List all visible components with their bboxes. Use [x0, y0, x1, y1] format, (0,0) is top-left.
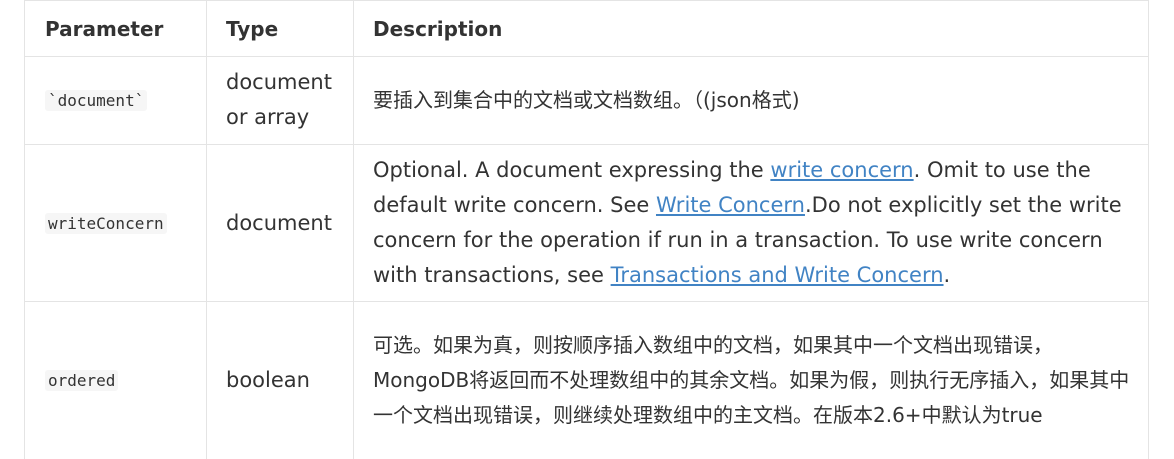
param-name: ordered — [45, 370, 119, 391]
param-cell: `document` — [25, 56, 206, 144]
header-type: Type — [206, 1, 353, 56]
description-cell: 可选。如果为真，则按顺序插入数组中的文档，如果其中一个文档出现错误，MongoD… — [353, 302, 1148, 459]
type-cell: document or array — [206, 56, 353, 144]
header-description: Description — [353, 1, 1148, 56]
type-line: document — [226, 70, 332, 94]
table-row: ordered boolean 可选。如果为真，则按顺序插入数组中的文档，如果其… — [25, 302, 1148, 459]
description-text: 要插入到集合中的文档或文档数组。（(json格式) — [373, 87, 800, 112]
description-text: 可选。如果为真，则按顺序插入数组中的文档，如果其中一个文档出现错误，MongoD… — [373, 333, 1130, 427]
write-concern-link[interactable]: write concern — [770, 158, 913, 182]
table-row: writeConcern document Optional. A docume… — [25, 145, 1148, 302]
type-line: or array — [226, 105, 310, 129]
transactions-write-concern-link[interactable]: Transactions and Write Concern — [611, 263, 944, 287]
param-name: `document` — [45, 89, 148, 111]
param-cell: ordered — [25, 302, 206, 459]
param-cell: writeConcern — [25, 145, 206, 301]
header-parameter: Parameter — [45, 16, 164, 41]
type-text: document — [226, 210, 332, 235]
description-cell: 要插入到集合中的文档或文档数组。（(json格式) — [353, 56, 1148, 144]
type-cell: document — [206, 145, 353, 301]
param-name: writeConcern — [45, 212, 167, 234]
table-row: `document` document or array 要插入到集合中的文档或… — [25, 56, 1148, 145]
description-cell: Optional. A document expressing the writ… — [353, 145, 1148, 301]
write-concern-doc-link[interactable]: Write Concern — [656, 193, 805, 217]
parameter-table: Parameter Type Description `document` do… — [24, 0, 1149, 459]
table-header-row: Parameter Type Description — [25, 0, 1148, 57]
type-cell: boolean — [206, 302, 353, 459]
description-text: Optional. A document expressing the writ… — [373, 158, 1122, 287]
type-text: boolean — [226, 368, 310, 392]
